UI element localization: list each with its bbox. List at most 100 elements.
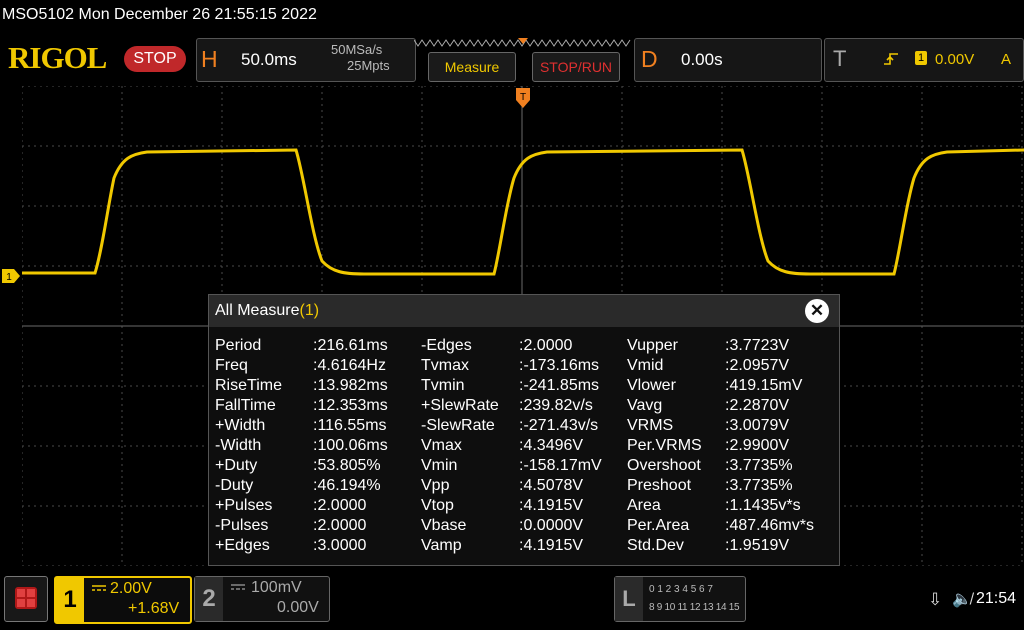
speaker-muted-icon[interactable]: 🔈̸ <box>952 589 972 609</box>
measure-value: :3.7735% <box>725 477 793 494</box>
measure-label: -SlewRate <box>421 417 495 434</box>
measure-value: :239.82v/s <box>519 397 593 414</box>
logic-channels-8-15: 8 9 10 11 12 13 14 15 <box>649 602 740 613</box>
ch1-scale: 2.00V <box>110 580 152 597</box>
channel-1-panel[interactable]: 1 2.00V +1.68V <box>54 576 192 624</box>
measure-value: :419.15mV <box>725 377 803 394</box>
measure-value: :2.0000 <box>313 517 367 534</box>
clock: 21:54 <box>976 590 1017 607</box>
dc-coupling-icon <box>92 585 106 591</box>
trigger-label: T <box>833 46 847 71</box>
measure-label: Vupper <box>627 337 678 354</box>
channel-2-panel[interactable]: 2 100mV 0.00V <box>194 576 330 622</box>
measure-label: Vmid <box>627 357 664 374</box>
measure-label: Overshoot <box>627 457 701 474</box>
close-button[interactable]: ✕ <box>805 299 829 323</box>
stop-run-button[interactable]: STOP/RUN <box>532 52 620 82</box>
measure-panel-header: All Measure(1) ✕ <box>209 295 839 327</box>
measure-label: Vpp <box>421 477 450 494</box>
measure-value: :4.5078V <box>519 477 584 494</box>
all-measure-panel: All Measure(1) ✕ Period :216.61ms Freq :4.6… <box>208 294 840 566</box>
logic-analyzer-panel[interactable]: L 0 1 2 3 4 5 6 7 8 9 10 11 12 13 14 15 <box>614 576 746 622</box>
measure-value: :216.61ms <box>313 337 388 354</box>
trigger-source: 1 <box>915 51 927 65</box>
measure-value: :3.0079V <box>725 417 790 434</box>
horizontal-label: H <box>201 46 218 72</box>
measure-label: Per.Area <box>627 517 690 534</box>
sample-rate: 50MSa/s <box>331 42 383 57</box>
measure-value: :1.9519V <box>725 537 790 554</box>
trigger-panel[interactable]: T 1 0.00V A <box>824 38 1024 82</box>
measure-button[interactable]: Measure <box>428 52 516 82</box>
measure-label: Vbase <box>421 517 467 534</box>
measure-value: :100.06ms <box>313 437 388 454</box>
measure-value: :487.46mv*s <box>725 517 814 534</box>
ch2-offset: 0.00V <box>277 599 319 616</box>
logic-label: L <box>615 577 643 621</box>
trigger-mode: A <box>1001 51 1012 68</box>
memory-depth: 25Mpts <box>347 58 390 73</box>
horizontal-timebase-panel[interactable]: H 50.0ms 50MSa/s 25Mpts <box>196 38 416 82</box>
measure-label: FallTime <box>215 397 276 414</box>
ch2-scale: 100mV <box>251 579 302 596</box>
trigger-level: 0.00V <box>935 51 975 68</box>
ch1-number: 1 <box>56 578 84 622</box>
measure-value: :12.353ms <box>313 397 388 414</box>
measure-value: :1.1435v*s <box>725 497 801 514</box>
memory-position-bar <box>414 38 631 47</box>
measure-label: Vtop <box>421 497 454 514</box>
measure-label: Freq <box>215 357 248 374</box>
measure-label: Period <box>215 337 262 354</box>
measure-label: VRMS <box>627 417 674 434</box>
measure-label: -Pulses <box>215 517 269 534</box>
measure-value: :3.7723V <box>725 337 790 354</box>
measure-value: :2.0957V <box>725 357 790 374</box>
measure-value: :-158.17mV <box>519 457 602 474</box>
delay-label: D <box>641 46 658 72</box>
measure-value: :-241.85ms <box>519 377 600 394</box>
trigger-position-marker[interactable]: T <box>516 88 530 108</box>
run-state-badge[interactable]: STOP <box>124 46 186 72</box>
rigol-logo: RIGOL <box>8 40 107 75</box>
delay-value: 0.00s <box>681 50 723 69</box>
measure-label: -Width <box>215 437 262 454</box>
measure-source-count: (1) <box>299 302 320 319</box>
measure-label: Std.Dev <box>627 537 684 554</box>
measure-value: :13.982ms <box>313 377 388 394</box>
ch1-marker-label: 1 <box>6 272 12 283</box>
measure-value: :46.194% <box>313 477 381 494</box>
measure-label: Vmin <box>421 457 458 474</box>
trigger-position-label: T <box>520 92 526 103</box>
delay-panel[interactable]: D 0.00s <box>634 38 822 82</box>
measure-value: :-173.16ms <box>519 357 600 374</box>
measure-value: :-271.43v/s <box>519 417 599 434</box>
measure-label: RiseTime <box>215 377 282 394</box>
measure-label: +Duty <box>215 457 258 474</box>
rising-edge-icon <box>884 53 898 65</box>
measure-label: +Width <box>215 417 266 434</box>
measure-value: :53.805% <box>313 457 381 474</box>
measure-value: :2.2870V <box>725 397 790 414</box>
measure-label: Per.VRMS <box>627 437 702 454</box>
timebase-value: 50.0ms <box>241 50 297 69</box>
main-menu-button[interactable] <box>4 576 48 622</box>
measure-label: Tvmin <box>421 377 465 394</box>
measure-label: Vlower <box>627 377 676 394</box>
measure-label: Area <box>627 497 661 514</box>
measure-label: Preshoot <box>627 477 692 494</box>
measure-value: :4.1915V <box>519 537 584 554</box>
measure-value: :4.1915V <box>519 497 584 514</box>
measure-value: :4.6164Hz <box>313 357 386 374</box>
measure-value: :0.0000V <box>519 517 584 534</box>
measure-label: Tvmax <box>421 357 469 374</box>
ch1-ground-marker[interactable]: 1 <box>2 269 20 283</box>
ch2-number: 2 <box>195 577 223 621</box>
measure-label: Vmax <box>421 437 462 454</box>
window-title: MSO5102 Mon December 26 21:55:15 2022 <box>2 6 317 23</box>
measure-value: :3.0000 <box>313 537 367 554</box>
measure-label: +Edges <box>215 537 270 554</box>
ch1-offset: +1.68V <box>128 600 180 617</box>
measure-panel-title: All Measure(1) <box>215 302 320 319</box>
measure-label: Vamp <box>421 537 462 554</box>
measure-label: Vavg <box>627 397 663 414</box>
